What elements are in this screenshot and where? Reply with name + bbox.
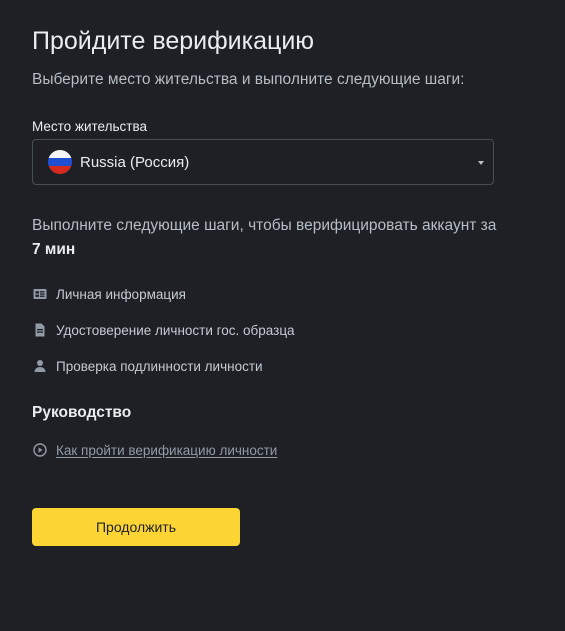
play-circle-icon (33, 443, 47, 457)
step-personal-info: Личная информация (32, 286, 186, 302)
document-icon (35, 323, 45, 337)
guide-link-label[interactable]: Как пройти верификацию личности (56, 443, 277, 458)
steps-intro-time: 7 мин (32, 241, 76, 258)
page-title: Пройдите верификацию (32, 27, 315, 55)
residence-select-value: Russia (Россия) (80, 153, 190, 171)
steps-intro-text: Выполните следующие шаги, чтобы верифици… (32, 217, 497, 234)
residence-label: Место жительства (32, 119, 147, 134)
page-subtitle: Выберите место жительства и выполните сл… (32, 71, 465, 88)
step-label: Проверка подлинности личности (56, 358, 263, 374)
id-card-icon (33, 289, 47, 299)
continue-button[interactable]: Продолжить (32, 508, 240, 546)
step-label: Личная информация (56, 286, 186, 302)
step-label: Удостоверение личности гос. образца (56, 322, 295, 338)
step-government-id: Удостоверение личности гос. образца (32, 322, 295, 338)
chevron-down-icon (478, 161, 484, 165)
person-icon (34, 360, 46, 372)
steps-intro: Выполните следующие шаги, чтобы верифици… (32, 214, 502, 262)
guide-title: Руководство (32, 404, 132, 421)
russia-flag-icon (48, 150, 72, 174)
guide-link[interactable]: Как пройти верификацию личности (32, 442, 277, 458)
residence-select[interactable]: Russia (Россия) (32, 139, 494, 185)
step-identity-check: Проверка подлинности личности (32, 358, 263, 374)
